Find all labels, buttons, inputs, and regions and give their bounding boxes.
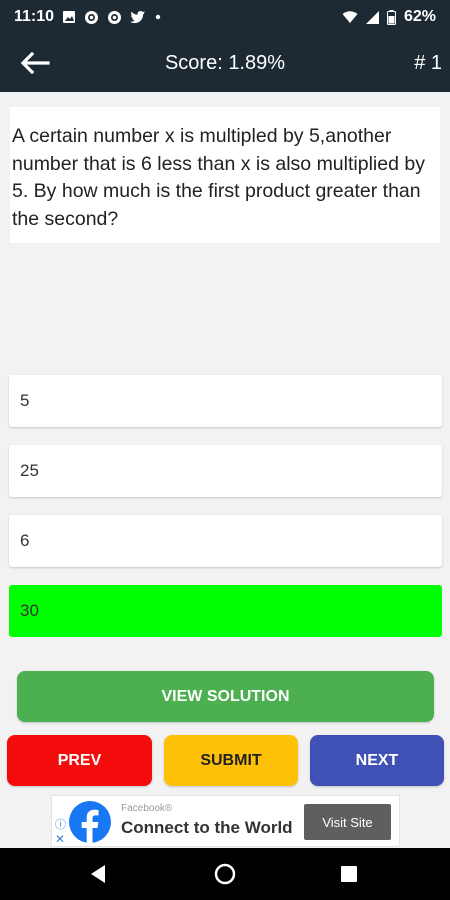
option-4-selected[interactable]: 30 [9,585,442,637]
battery-icon [386,9,396,25]
question-number: # 1 [414,52,442,74]
ad-title: Connect to the World [121,818,293,837]
next-button[interactable]: NEXT [310,735,444,786]
status-bar: 11:10 62% [0,0,450,34]
option-label: 30 [20,601,39,620]
view-solution-button[interactable]: VIEW SOLUTION [17,671,434,722]
score-label: Score: 1.89% [164,52,286,74]
status-time: 11:10 [14,8,55,25]
triangle-back-icon [91,865,105,883]
ad-sponsor: Facebook® [121,803,173,814]
square-recents-icon [341,866,357,882]
twitter-icon [130,10,146,24]
prev-button[interactable]: PREV [7,735,152,786]
option-1[interactable]: 5 [9,375,442,427]
status-bar-left: 11:10 [14,8,162,26]
circle-app-icon [84,10,99,25]
ad-banner[interactable]: ⓘ ✕ Facebook® Connect to the World Visit… [51,795,400,847]
info-icon[interactable]: ⓘ [55,816,66,832]
circle-app-icon [107,10,122,25]
back-button[interactable] [20,48,54,78]
nav-back-button[interactable] [88,863,108,890]
wifi-icon [342,10,358,24]
nav-recents-button[interactable] [340,865,358,888]
question-card: A certain number x is multipled by 5,ano… [10,107,440,243]
option-3[interactable]: 6 [9,515,442,567]
option-label: 5 [20,391,30,410]
question-text: A certain number x is multipled by 5,ano… [12,125,425,230]
battery-percent: 62% [403,8,436,25]
signal-icon [365,10,379,24]
circle-home-icon [214,863,236,885]
close-icon[interactable]: ✕ [55,832,65,846]
option-label: 25 [20,461,39,480]
visit-site-button[interactable]: Visit Site [304,804,391,840]
image-icon [62,10,76,24]
option-label: 6 [20,531,30,550]
arrow-left-icon [20,52,50,74]
submit-button[interactable]: SUBMIT [164,735,298,786]
option-2[interactable]: 25 [9,445,442,497]
status-bar-right: 62% [342,8,436,26]
app-bar: Score: 1.89% # 1 [0,34,450,92]
facebook-logo-icon [69,801,111,844]
nav-home-button[interactable] [214,863,236,890]
system-navigation-bar [0,848,450,900]
dot-icon [154,13,162,21]
